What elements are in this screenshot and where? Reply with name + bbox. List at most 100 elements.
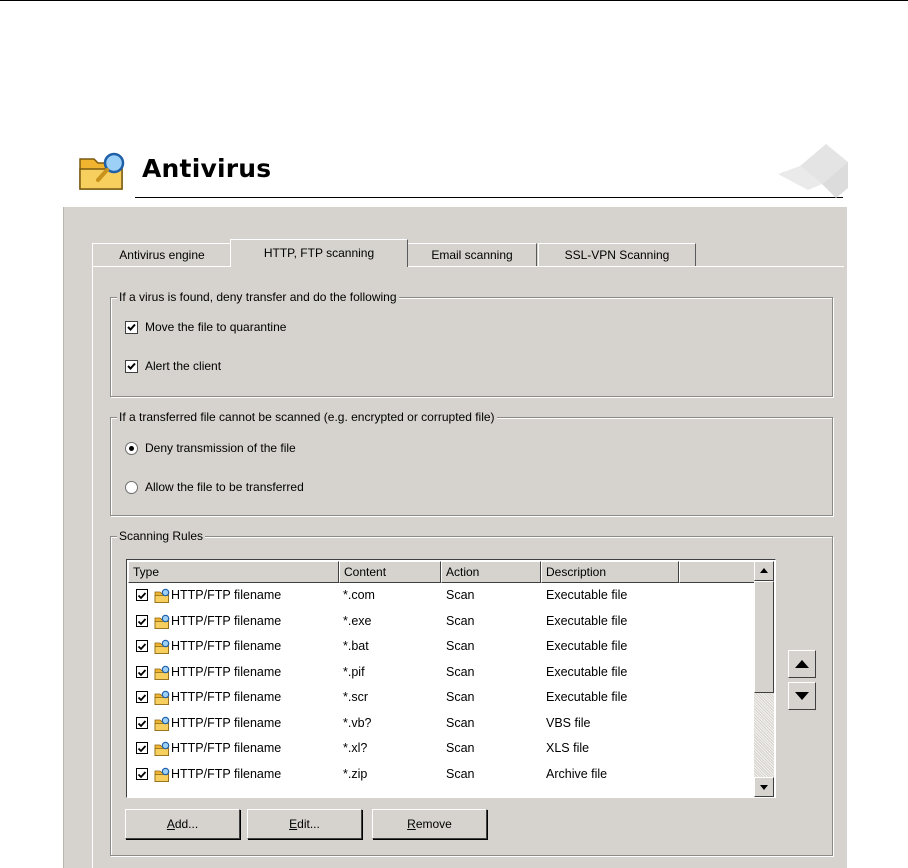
table-row[interactable]: HTTP/FTP filename *.exe Scan Executable fil…: [128, 610, 756, 635]
folder-search-icon: [154, 614, 170, 629]
move-up-button[interactable]: [788, 650, 816, 678]
next-row-partial: [136, 797, 148, 798]
alert-client-checkbox[interactable]: [125, 360, 138, 373]
folder-search-icon: [154, 588, 170, 603]
scroll-track[interactable]: [754, 693, 774, 777]
cell-description: Executable file: [546, 613, 628, 628]
row-checkbox[interactable]: [136, 767, 148, 780]
edit-label: dit...: [297, 817, 320, 831]
remove-label: emove: [415, 817, 452, 831]
add-button[interactable]: Add...: [125, 809, 240, 839]
column-header-type[interactable]: Type: [128, 561, 339, 583]
row-checkbox[interactable]: [136, 691, 148, 703]
cell-action: Scan: [446, 715, 475, 730]
scroll-up-button[interactable]: [754, 561, 774, 581]
folder-search-icon: [154, 665, 170, 680]
quarantine-checkbox[interactable]: [125, 321, 138, 334]
allow-transfer-radio[interactable]: [125, 481, 138, 494]
cell-action: Scan: [446, 741, 475, 755]
folder-search-icon: [154, 767, 170, 782]
group-legend: If a transferred file cannot be scanned …: [117, 410, 497, 424]
column-header-action[interactable]: Action: [441, 561, 541, 583]
arrow-up-icon: [795, 660, 809, 668]
row-checkbox[interactable]: [136, 716, 148, 729]
tab-ssl-vpn-scanning[interactable]: SSL-VPN Scanning: [538, 243, 696, 267]
cell-description: Executable file: [546, 664, 628, 679]
unscannable-file-group: If a transferred file cannot be scanned …: [110, 410, 833, 516]
table-row[interactable]: HTTP/FTP filename *.xl? Scan XLS file: [128, 737, 756, 762]
cell-type: HTTP/FTP filename: [171, 715, 282, 730]
cell-content: *.zip: [343, 766, 368, 781]
cell-action: Scan: [446, 664, 475, 679]
column-header-empty: [679, 561, 755, 583]
cell-description: XLS file: [546, 741, 590, 755]
row-checkbox[interactable]: [136, 589, 148, 601]
cell-type: HTTP/FTP filename: [171, 639, 282, 653]
edit-button[interactable]: Edit...: [247, 809, 362, 839]
cell-action: Scan: [446, 613, 475, 628]
folder-search-icon: [154, 690, 170, 705]
virus-found-group: If a virus is found, deny transfer and d…: [110, 290, 833, 397]
antivirus-folder-icon: [79, 152, 125, 190]
table-row[interactable]: HTTP/FTP filename *.vb? Scan VBS file: [128, 712, 756, 737]
table-row[interactable]: HTTP/FTP filename *.com Scan Executable fil…: [128, 584, 756, 609]
cell-content: *.com: [343, 588, 375, 602]
cell-type: HTTP/FTP filename: [171, 690, 282, 704]
scroll-thumb[interactable]: [754, 581, 774, 693]
cell-description: Executable file: [546, 690, 628, 704]
remove-button[interactable]: Remove: [372, 809, 487, 839]
row-checkbox[interactable]: [136, 614, 148, 627]
cell-action: Scan: [446, 690, 475, 704]
table-row[interactable]: HTTP/FTP filename *.pif Scan Executable fil…: [128, 661, 756, 686]
tab-antivirus-engine[interactable]: Antivirus engine: [92, 243, 232, 267]
scroll-down-button[interactable]: [754, 777, 774, 797]
header-divider: [135, 197, 843, 198]
column-header-content[interactable]: Content: [339, 561, 441, 583]
cell-type: HTTP/FTP filename: [171, 613, 282, 628]
cell-description: VBS file: [546, 715, 591, 730]
list-scrollbar[interactable]: [754, 561, 774, 797]
decorative-corner-graphic: [778, 144, 848, 198]
tab-http-ftp-scanning[interactable]: HTTP, FTP scanning: [230, 239, 408, 267]
cell-type: HTTP/FTP filename: [171, 741, 282, 755]
edit-mnemonic: E: [289, 817, 298, 831]
group-legend: If a virus is found, deny transfer and d…: [117, 290, 399, 304]
cell-content: *.exe: [343, 613, 372, 628]
cell-content: *.vb?: [343, 715, 372, 730]
cell-action: Scan: [446, 766, 475, 781]
table-row[interactable]: HTTP/FTP filename *.bat Scan Executable fil…: [128, 635, 756, 660]
arrow-down-icon: [795, 692, 809, 700]
cell-description: Executable file: [546, 639, 628, 653]
table-row[interactable]: HTTP/FTP filename *.scr Scan Executable fil…: [128, 686, 756, 711]
column-header-description[interactable]: Description: [541, 561, 679, 583]
scanning-rules-list[interactable]: Type Content Action Description HTTP/FTP…: [126, 559, 776, 798]
cell-description: Executable file: [546, 588, 628, 602]
arrow-up-icon: [760, 568, 768, 573]
cell-content: *.bat: [343, 639, 369, 653]
move-down-button[interactable]: [788, 682, 816, 710]
cell-action: Scan: [446, 639, 475, 653]
add-mnemonic: A: [166, 817, 175, 831]
deny-transmission-radio[interactable]: [125, 442, 138, 455]
cell-content: *.xl?: [343, 741, 368, 755]
cell-description: Archive file: [546, 766, 608, 781]
cell-content: *.pif: [343, 664, 365, 679]
radio-dot: [129, 446, 134, 451]
folder-search-icon: [154, 741, 170, 756]
cell-type: HTTP/FTP filename: [171, 664, 282, 679]
top-border: [0, 0, 908, 1]
folder-search-icon: [154, 716, 170, 731]
quarantine-label: Move the file to quarantine: [145, 320, 287, 334]
table-row[interactable]: HTTP/FTP filename *.zip Scan Archive file: [128, 763, 756, 788]
page-title: Antivirus: [142, 154, 272, 183]
tab-email-scanning[interactable]: Email scanning: [407, 243, 537, 267]
alert-client-label: Alert the client: [145, 359, 222, 373]
row-checkbox[interactable]: [136, 640, 148, 652]
arrow-down-icon: [760, 785, 768, 790]
group-legend: Scanning Rules: [117, 529, 206, 543]
cell-type: HTTP/FTP filename: [171, 766, 282, 781]
row-checkbox[interactable]: [136, 742, 148, 754]
add-label: dd...: [174, 817, 199, 831]
cell-content: *.scr: [343, 690, 368, 704]
row-checkbox[interactable]: [136, 665, 148, 678]
